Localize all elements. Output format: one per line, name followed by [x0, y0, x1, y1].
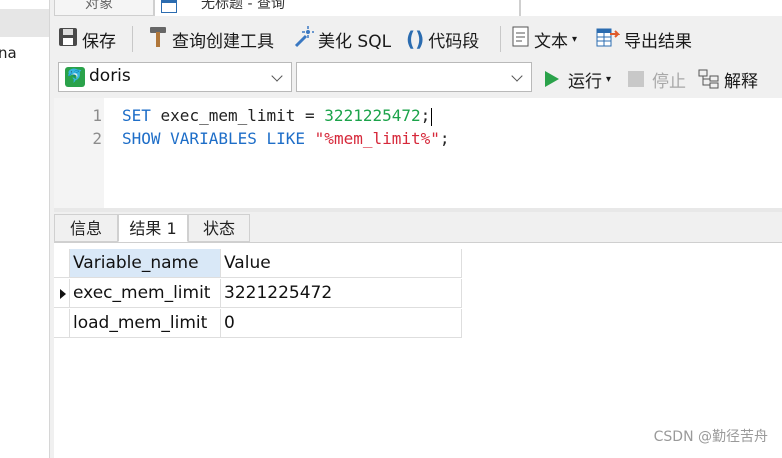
sql-semicolon: ; [439, 129, 450, 148]
explain-tree-icon [698, 69, 719, 89]
code-snippet-button[interactable]: () 代码段 [406, 26, 479, 52]
line-number: 1 [92, 106, 102, 125]
line-number-gutter: 1 2 [54, 98, 104, 208]
watermark: CSDN @勤径苦舟 [653, 429, 768, 445]
table-icon [161, 0, 177, 13]
sql-keyword: SET [122, 106, 151, 125]
dolphin-icon: 🐬 [65, 67, 85, 87]
explain-label: 解释 [724, 71, 758, 92]
connection-select[interactable]: 🐬 doris [58, 62, 292, 92]
row-indicator[interactable] [54, 279, 70, 308]
save-label: 保存 [82, 31, 116, 52]
export-results-label: 导出结果 [624, 31, 692, 52]
stop-icon [628, 71, 644, 87]
object-tree-item-text[interactable]: na [0, 44, 17, 62]
stop-label: 停止 [652, 71, 686, 92]
chevron-down-icon [511, 70, 523, 82]
tab-query-label: 无标题 - 查询 [201, 0, 285, 12]
grid-cell[interactable]: 3221225472 [221, 279, 462, 308]
explain-button[interactable]: 解释 [698, 66, 758, 92]
run-button[interactable]: 运行 ▾ [544, 66, 611, 92]
code-snippet-label: 代码段 [428, 31, 480, 52]
tab-strip: 对象 无标题 - 查询 [54, 0, 782, 16]
export-grid-icon [596, 26, 621, 53]
save-icon [58, 27, 78, 52]
export-results-button[interactable]: 导出结果 [596, 26, 692, 52]
tab-objects[interactable]: 对象 [54, 0, 154, 16]
table-row[interactable]: load_mem_limit 0 [54, 309, 462, 339]
connection-value: doris [89, 66, 131, 86]
toolbar-separator [132, 26, 133, 52]
tab-objects-label: 对象 [85, 0, 113, 12]
current-row-arrow-icon [60, 289, 66, 299]
text-mode-label: 文本 [534, 31, 568, 52]
chevron-down-icon [271, 70, 283, 82]
line-number: 2 [92, 129, 102, 148]
query-builder-button[interactable]: 查询创建工具 [148, 26, 274, 52]
play-icon [545, 71, 559, 87]
grid-header-row: Variable_name Value [54, 249, 462, 279]
result-tabs: 信息 结果 1 状态 [54, 212, 782, 243]
beautify-sql-label: 美化 SQL [318, 31, 392, 52]
tab-result-1[interactable]: 结果 1 [118, 214, 188, 242]
tab-status[interactable]: 状态 [188, 214, 250, 242]
object-tree-panel: na [0, 0, 50, 458]
object-tree-selected-row[interactable] [0, 9, 49, 37]
text-caret [431, 107, 433, 126]
sql-keyword: SHOW VARIABLES LIKE [122, 129, 306, 148]
grid-cell[interactable]: 0 [221, 309, 462, 338]
database-select[interactable] [296, 62, 532, 92]
connection-row: 🐬 doris 运行 ▾ 停止 解释 [54, 60, 782, 98]
document-icon [512, 26, 530, 53]
code-line-2[interactable]: SHOW VARIABLES LIKE "%mem_limit%"; [122, 129, 450, 148]
table-row[interactable]: exec_mem_limit 3221225472 [54, 279, 462, 309]
code-line-1[interactable]: SET exec_mem_limit = 3221225472; [122, 106, 433, 126]
grid-cell[interactable]: load_mem_limit [70, 309, 221, 338]
column-header-variable-name[interactable]: Variable_name [70, 249, 221, 278]
grid-cell[interactable]: exec_mem_limit [70, 279, 221, 308]
stop-button[interactable]: 停止 [628, 66, 686, 92]
magic-wand-icon [292, 25, 314, 53]
sql-semicolon: ; [420, 106, 431, 125]
sql-editor[interactable]: 1 2 SET exec_mem_limit = 3221225472; SHO… [54, 98, 782, 208]
tab-untitled-query[interactable]: 无标题 - 查询 [154, 0, 520, 16]
save-button[interactable]: 保存 [58, 26, 116, 52]
column-header-value[interactable]: Value [221, 249, 462, 278]
dropdown-arrow-icon: ▾ [572, 33, 578, 45]
text-mode-button[interactable]: 文本 ▾ [512, 26, 577, 52]
query-toolbar: 保存 查询创建工具 美化 SQL () 代码段 文本 ▾ 导出结果 [54, 16, 782, 64]
dropdown-arrow-icon: ▾ [606, 73, 612, 85]
tab-search-box[interactable] [520, 0, 782, 16]
hammer-icon [148, 26, 168, 53]
sql-number: 3221225472 [324, 106, 421, 125]
beautify-sql-button[interactable]: 美化 SQL [292, 25, 392, 53]
tab-info[interactable]: 信息 [54, 214, 118, 242]
run-label: 运行 [568, 71, 602, 92]
row-indicator[interactable] [54, 309, 70, 338]
parentheses-icon: () [406, 27, 425, 51]
toolbar-separator [500, 26, 501, 52]
row-indicator-header [54, 249, 70, 278]
sql-string: "%mem_limit%" [314, 129, 440, 148]
query-builder-label: 查询创建工具 [172, 31, 274, 52]
sql-identifier: exec_mem_limit = [150, 106, 325, 125]
